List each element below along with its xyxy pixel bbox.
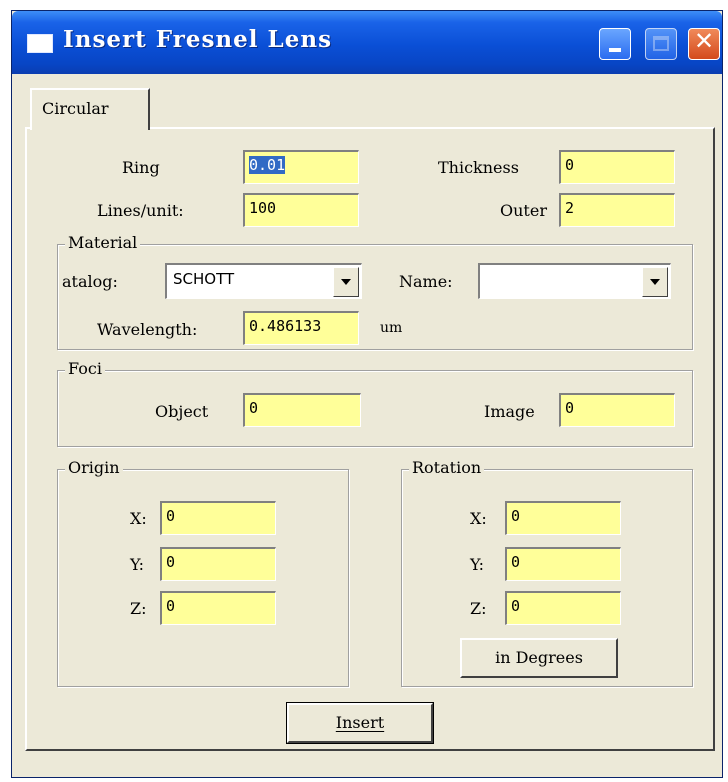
insert-button[interactable]: Insert	[286, 702, 434, 744]
origin-z-input[interactable]: 0	[160, 591, 276, 625]
origin-z-label: Z:	[130, 599, 147, 618]
chevron-down-icon	[650, 279, 660, 285]
tab-label: Circular	[42, 99, 109, 118]
catalog-select[interactable]: SCHOTT	[165, 263, 362, 299]
outer-input[interactable]: 2	[559, 193, 675, 227]
ring-input[interactable]: 0.01	[243, 150, 359, 184]
image-label: Image	[484, 402, 535, 421]
wavelength-unit: um	[380, 320, 403, 336]
material-group-title: Material	[65, 233, 141, 252]
origin-group-title: Origin	[65, 458, 123, 477]
rotation-group-title: Rotation	[409, 458, 485, 477]
maximize-icon	[653, 36, 669, 51]
chevron-down-icon	[341, 279, 351, 285]
rotation-x-input[interactable]: 0	[505, 501, 621, 535]
catalog-value: SCHOTT	[173, 270, 235, 288]
window-icon	[27, 34, 53, 53]
lines-per-unit-label: Lines/unit:	[97, 201, 184, 220]
ring-label: Ring	[122, 158, 160, 177]
object-input[interactable]: 0	[243, 393, 361, 427]
thickness-label: Thickness	[438, 158, 519, 177]
minimize-button[interactable]	[599, 28, 631, 60]
rotation-x-label: X:	[470, 509, 487, 528]
in-degrees-button[interactable]: in Degrees	[460, 638, 618, 678]
object-label: Object	[155, 402, 209, 421]
outer-label: Outer	[500, 201, 547, 220]
catalog-dropdown-button[interactable]	[333, 267, 359, 297]
origin-y-label: Y:	[130, 555, 144, 574]
wavelength-label: Wavelength:	[97, 320, 198, 339]
lines-per-unit-input[interactable]: 100	[243, 193, 359, 227]
ring-value: 0.01	[249, 156, 286, 174]
rotation-z-label: Z:	[470, 599, 487, 618]
origin-x-label: X:	[130, 509, 147, 528]
name-label: Name:	[399, 272, 453, 291]
foci-group-title: Foci	[65, 359, 105, 378]
rotation-y-input[interactable]: 0	[505, 547, 621, 581]
catalog-label: atalog:	[62, 272, 118, 291]
name-dropdown-button[interactable]	[642, 267, 668, 297]
window-title: Insert Fresnel Lens	[63, 26, 333, 53]
tab-circular[interactable]: Circular	[30, 88, 150, 130]
rotation-z-input[interactable]: 0	[505, 591, 621, 625]
origin-x-input[interactable]: 0	[160, 501, 276, 535]
maximize-button[interactable]	[645, 28, 677, 60]
name-select[interactable]	[478, 263, 671, 299]
rotation-y-label: Y:	[470, 555, 484, 574]
wavelength-input[interactable]: 0.486133	[243, 311, 359, 345]
thickness-input[interactable]: 0	[559, 150, 675, 184]
image-input[interactable]: 0	[559, 393, 675, 427]
minimize-icon	[609, 48, 621, 52]
close-button[interactable]: ✕	[688, 27, 720, 60]
origin-y-input[interactable]: 0	[160, 547, 276, 581]
close-icon: ✕	[693, 27, 715, 55]
